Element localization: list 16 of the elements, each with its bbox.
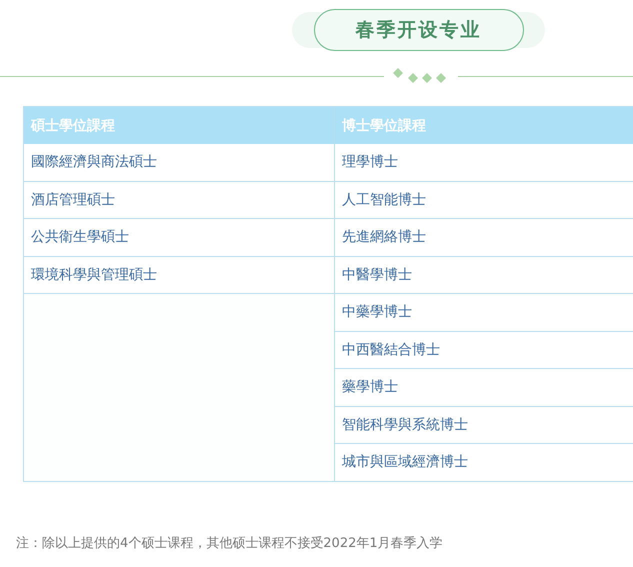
table-cell: 酒店管理碩士 — [24, 182, 335, 219]
column-header: 博士學位課程 — [335, 107, 633, 144]
table-cell: 先進網絡博士 — [335, 219, 633, 256]
table-cell: 智能科學與系統博士 — [335, 406, 633, 444]
table-cell: 中藥學博士 — [335, 294, 633, 332]
section-title: 春季开设专业 — [314, 9, 524, 51]
table-cell: 中醫學博士 — [335, 256, 633, 294]
table-cell: 藥學博士 — [335, 369, 633, 406]
table-cell: 城市與區域經濟博士 — [335, 444, 633, 482]
table-cell: 理學博士 — [335, 144, 633, 182]
table-cell: 公共衛生學碩士 — [24, 219, 335, 256]
table-cell: 國際經濟與商法碩士 — [24, 144, 335, 182]
table-cell: 中西醫結合博士 — [335, 332, 633, 369]
table-cell: 人工智能博士 — [335, 182, 633, 219]
footnote: 注：除以上提供的4个硕士课程，其他硕士课程不接受2022年1月春季入学 — [16, 534, 444, 552]
column-header: 碩士學位課程 — [24, 107, 335, 144]
